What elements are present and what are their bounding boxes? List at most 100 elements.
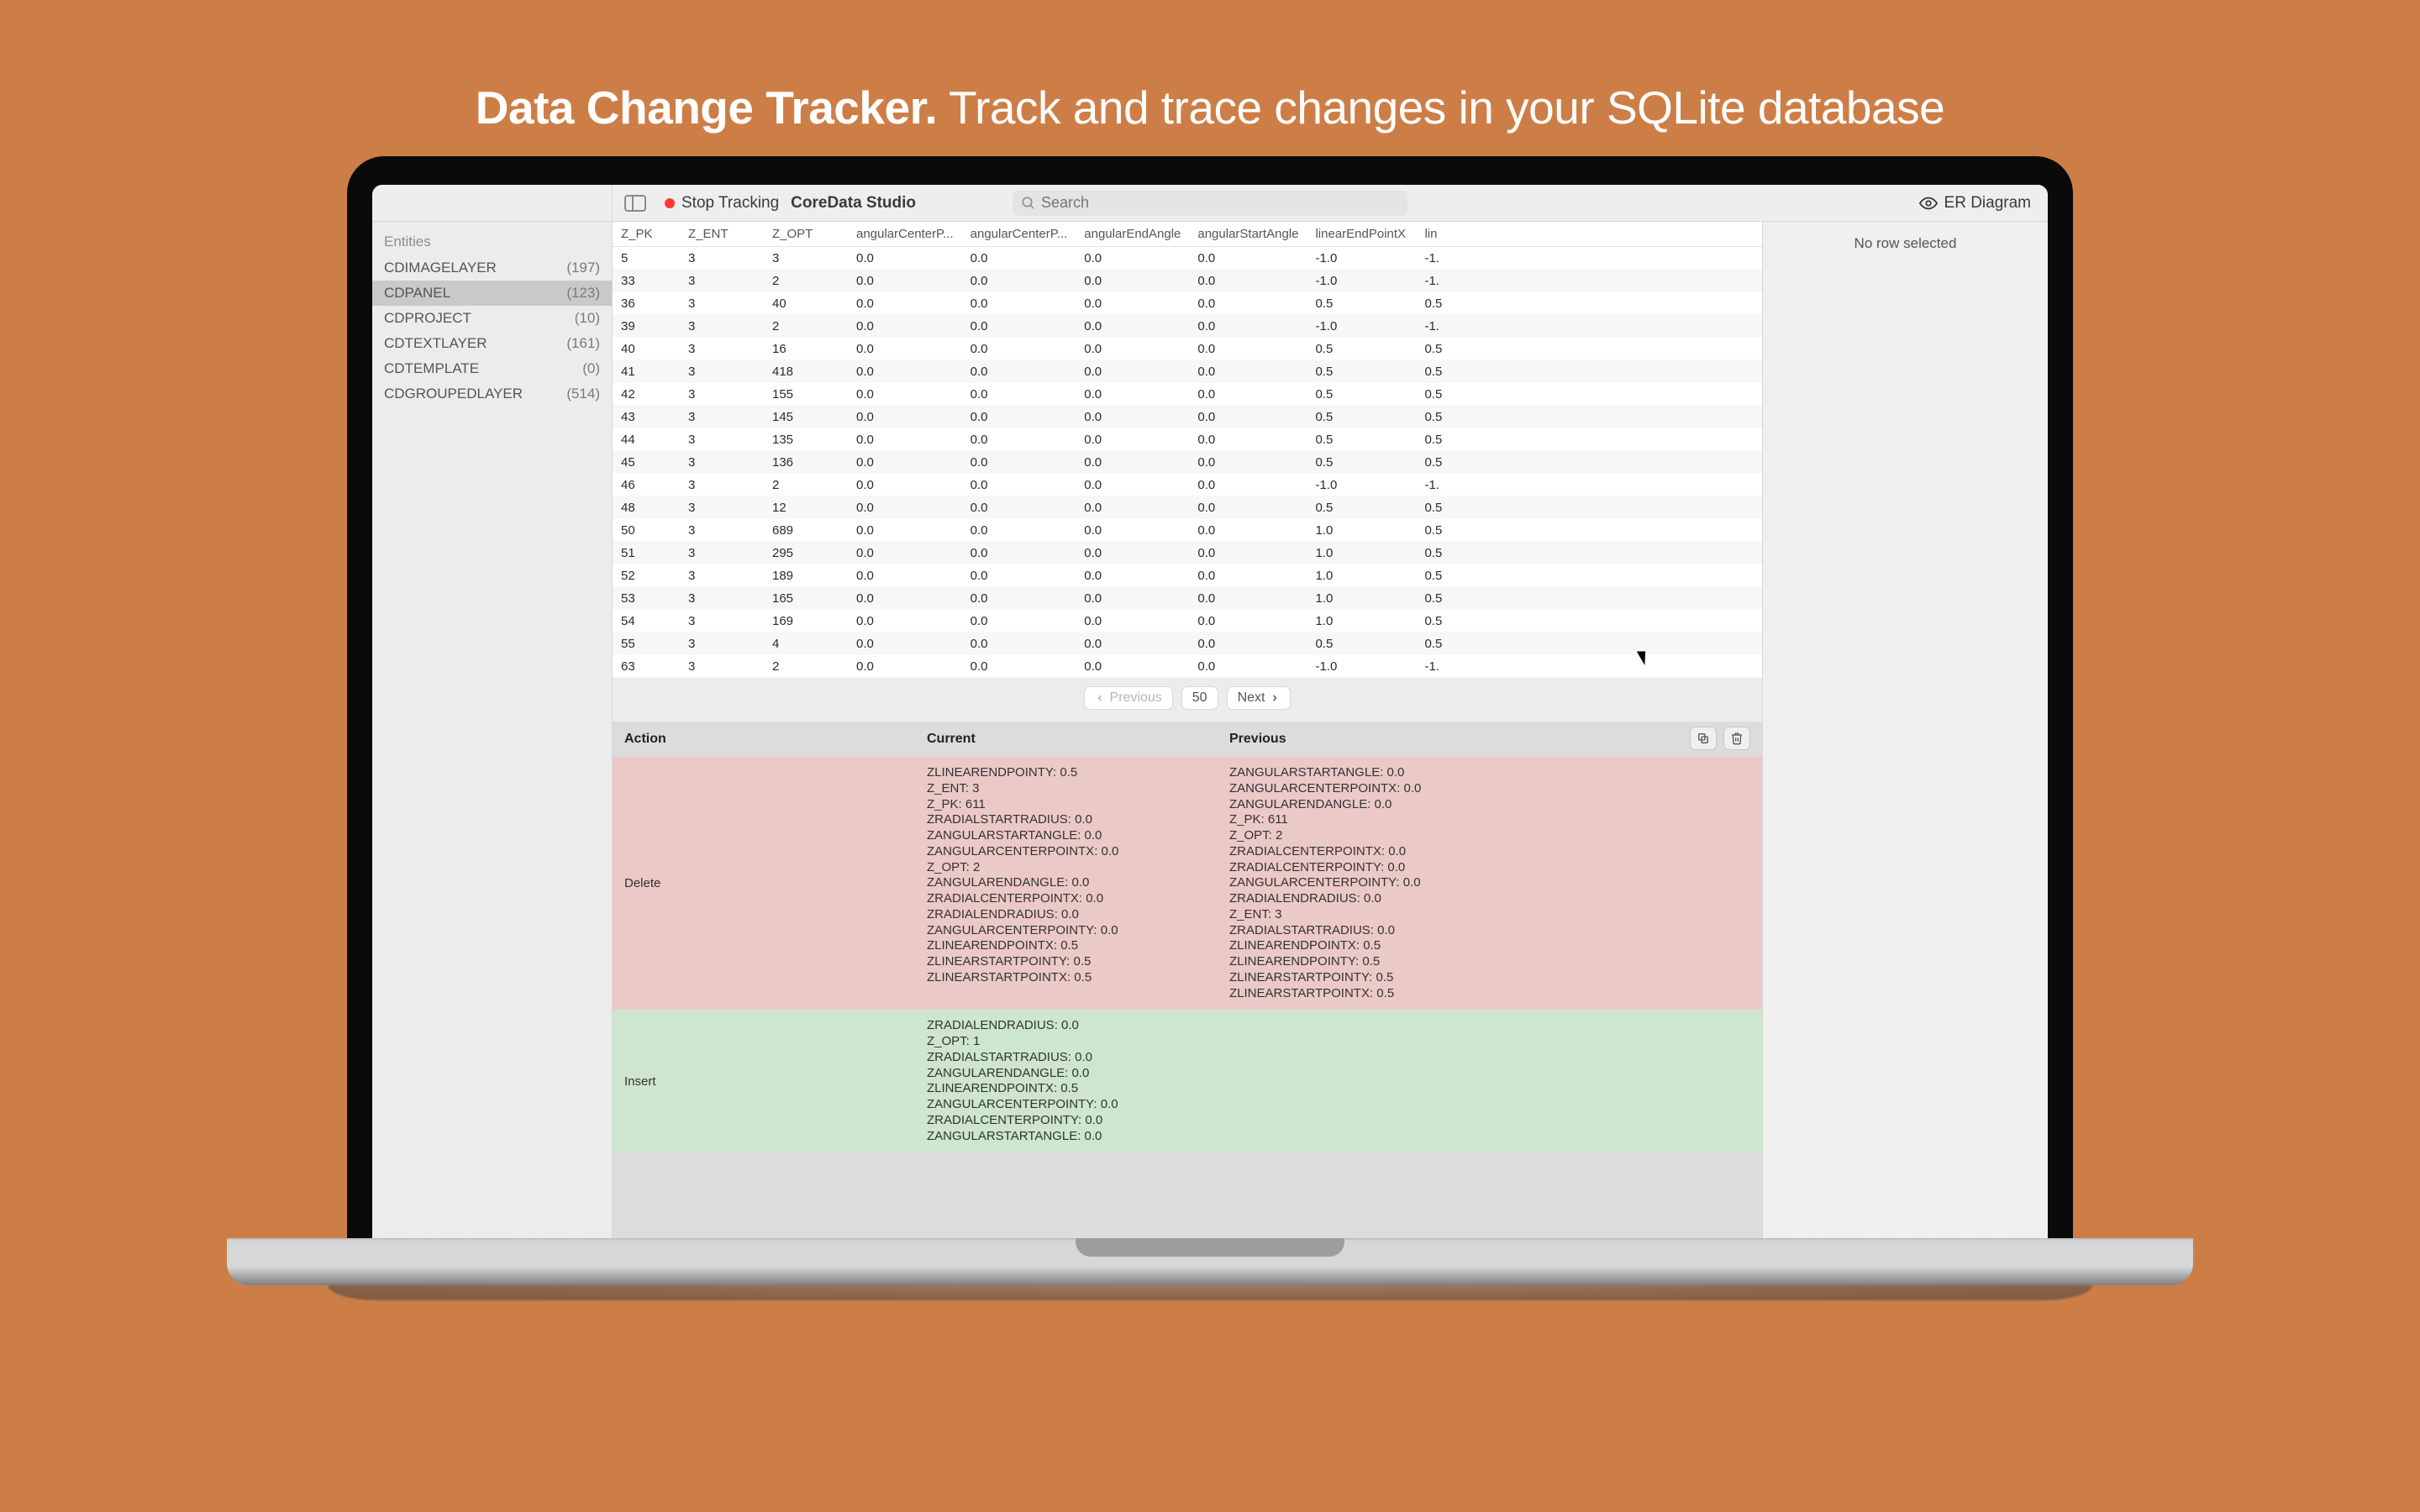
table-cell: 0.0 [1189,360,1307,383]
entity-item[interactable]: CDIMAGELAYER(197) [372,255,612,281]
table-row[interactable]: 63320.00.00.00.0-1.0-1. [613,655,1762,678]
table-row[interactable]: 5036890.00.00.00.01.00.5 [613,519,1762,542]
column-header[interactable]: angularEndAngle [1076,222,1189,247]
table-row[interactable]: 55340.00.00.00.00.50.5 [613,633,1762,655]
table-cell: 3 [680,564,764,587]
entity-name: CDGROUPEDLAYER [384,386,523,402]
table-cell: 3 [764,247,848,270]
entity-item[interactable]: CDGROUPEDLAYER(514) [372,381,612,407]
table-row[interactable]: 5331650.00.00.00.01.00.5 [613,587,1762,610]
search-field[interactable] [1013,191,1407,216]
table-cell: 0.5 [1416,633,1762,655]
table-cell: 3 [680,633,764,655]
table-row[interactable]: 5231890.00.00.00.01.00.5 [613,564,1762,587]
table-cell: 0.5 [1307,428,1416,451]
table-row[interactable]: 39320.00.00.00.0-1.0-1. [613,315,1762,338]
table-cell: 0.0 [1189,451,1307,474]
table-row[interactable]: 4431350.00.00.00.00.50.5 [613,428,1762,451]
table-cell: -1.0 [1307,315,1416,338]
table-cell: 39 [613,315,680,338]
table-cell: 0.0 [1076,610,1189,633]
table-cell: 0.0 [848,292,962,315]
table-cell: 0.0 [1189,383,1307,406]
next-button[interactable]: Next [1227,686,1292,710]
delete-button[interactable] [1723,727,1750,750]
table-cell: 0.0 [962,406,1076,428]
table-cell: 0.0 [962,496,1076,519]
sidebar-header: Entities [372,222,612,255]
er-diagram-label: ER Diagram [1944,194,2031,213]
table-row[interactable]: 5132950.00.00.00.01.00.5 [613,542,1762,564]
table-cell: 3 [680,360,764,383]
table-cell: 0.0 [962,542,1076,564]
table-cell: 0.0 [1189,655,1307,678]
table-cell: 0.5 [1307,451,1416,474]
stop-tracking-button[interactable]: Stop Tracking [681,194,779,213]
table-row[interactable]: 4531360.00.00.00.00.50.5 [613,451,1762,474]
table-cell: 0.5 [1416,428,1762,451]
sidebar: Entities CDIMAGELAYER(197)CDPANEL(123)CD… [372,222,613,1238]
table-row[interactable]: 5431690.00.00.00.01.00.5 [613,610,1762,633]
table-cell: 295 [764,542,848,564]
column-header[interactable]: linearEndPointX [1307,222,1416,247]
table-cell: 0.0 [848,247,962,270]
table-cell: 0.0 [962,451,1076,474]
copy-button[interactable] [1690,727,1717,750]
column-header[interactable]: lin [1416,222,1762,247]
column-header[interactable]: angularCenterP... [962,222,1076,247]
table-row[interactable]: 4331450.00.00.00.00.50.5 [613,406,1762,428]
table-cell: 0.0 [1189,292,1307,315]
table-row[interactable]: 5330.00.00.00.0-1.0-1. [613,247,1762,270]
table-row[interactable]: 4134180.00.00.00.00.50.5 [613,360,1762,383]
table-row[interactable]: 483120.00.00.00.00.50.5 [613,496,1762,519]
table-row[interactable]: 4231550.00.00.00.00.50.5 [613,383,1762,406]
entity-item[interactable]: CDTEMPLATE(0) [372,356,612,381]
table-cell: 0.0 [962,338,1076,360]
table-cell: 0.0 [962,292,1076,315]
table-cell: 0.0 [962,247,1076,270]
table-cell: 0.0 [962,519,1076,542]
entity-item[interactable]: CDTEXTLAYER(161) [372,331,612,356]
column-header[interactable]: Z_ENT [680,222,764,247]
column-header[interactable]: angularCenterP... [848,222,962,247]
table-cell: 4 [764,633,848,655]
change-row-insert[interactable]: InsertZRADIALENDRADIUS: 0.0 Z_OPT: 1 ZRA… [613,1010,1762,1152]
table-cell: 3 [680,383,764,406]
toggle-sidebar-button[interactable] [624,195,646,212]
table-row[interactable]: 403160.00.00.00.00.50.5 [613,338,1762,360]
changes-header-current: Current [927,732,1229,747]
table-cell: 1.0 [1307,542,1416,564]
previous-button[interactable]: Previous [1084,686,1173,710]
table-cell: 3 [680,338,764,360]
changes-panel: Action Current Previous [613,722,1762,1238]
table-cell: 0.0 [1189,247,1307,270]
table-row[interactable]: 33320.00.00.00.0-1.0-1. [613,270,1762,292]
er-diagram-button[interactable]: ER Diagram [1919,194,2031,213]
data-table[interactable]: Z_PKZ_ENTZ_OPTangularCenterP...angularCe… [613,222,1762,678]
table-cell: 0.5 [1416,406,1762,428]
entity-count: (10) [575,310,600,327]
table-cell: 0.5 [1416,496,1762,519]
entity-item[interactable]: CDPROJECT(10) [372,306,612,331]
table-cell: 40 [764,292,848,315]
changes-header-previous: Previous [1229,732,1750,747]
page-size[interactable]: 50 [1181,686,1218,710]
column-header[interactable]: Z_OPT [764,222,848,247]
table-row[interactable]: 363400.00.00.00.00.50.5 [613,292,1762,315]
change-row-delete[interactable]: DeleteZLINEARENDPOINTY: 0.5 Z_ENT: 3 Z_P… [613,757,1762,1010]
table-cell: 46 [613,474,680,496]
table-cell: 0.0 [962,633,1076,655]
column-header[interactable]: Z_PK [613,222,680,247]
entity-item[interactable]: CDPANEL(123) [372,281,612,306]
table-cell: 0.5 [1416,542,1762,564]
chevron-left-icon [1095,693,1105,703]
table-row[interactable]: 46320.00.00.00.0-1.0-1. [613,474,1762,496]
table-cell: 0.0 [848,428,962,451]
table-cell: 0.0 [962,474,1076,496]
app-title: CoreData Studio [791,194,916,213]
table-cell: 0.0 [1076,292,1189,315]
search-input[interactable] [1041,194,1399,212]
column-header[interactable]: angularStartAngle [1189,222,1307,247]
table-cell: 3 [680,451,764,474]
table-cell: 0.0 [1189,338,1307,360]
